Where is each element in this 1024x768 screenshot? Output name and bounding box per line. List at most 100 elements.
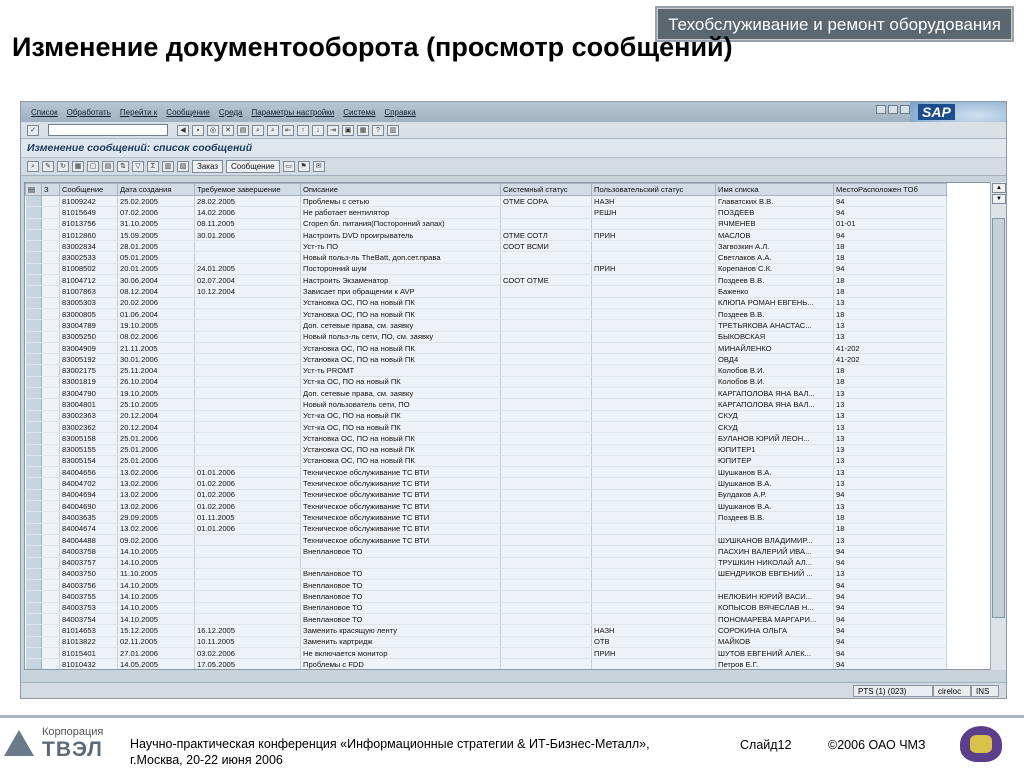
- vertical-scrollbar[interactable]: ▲ ▼: [990, 182, 1006, 670]
- row-selector[interactable]: [25, 579, 42, 592]
- table-row[interactable]: 81015649 07.02.2006 14.02.2006 Не работает …: [25, 206, 947, 219]
- table-row[interactable]: 83002834 28.01.2005 Уст-ть ПО СООТ ВСМИ Загв…: [25, 240, 947, 253]
- find-next-icon[interactable]: ⌕: [267, 124, 279, 136]
- print-list-icon[interactable]: ▤: [102, 161, 114, 172]
- filter-icon[interactable]: ▽: [132, 161, 144, 172]
- last-page-icon[interactable]: ⇥: [327, 124, 339, 136]
- table-row[interactable]: 83004909 21.11.2005 Установка ОС, ПО на но…: [25, 342, 947, 355]
- table-row[interactable]: 84004674 13.02.2006 01.01.2006 Техническое …: [25, 523, 947, 535]
- shortcut-icon[interactable]: ▦: [357, 124, 369, 136]
- back-icon[interactable]: ◀: [177, 124, 189, 136]
- table-row[interactable]: 81015401 27.01.2006 03.02.2006 Не включаетс…: [25, 647, 947, 660]
- table-row[interactable]: 84003754 14.10.2005 Внеплановое ТО ПОНОМАРЕ…: [25, 613, 947, 626]
- row-selector[interactable]: [25, 477, 42, 490]
- export-icon[interactable]: ▥: [162, 161, 174, 172]
- minimize-button[interactable]: [876, 105, 886, 114]
- col-header-required-end[interactable]: Требуемое завершение: [194, 183, 301, 196]
- table-row[interactable]: 83005192 30.01.2006 Установка ОС, ПО на но…: [25, 353, 947, 366]
- change-icon[interactable]: ✎: [42, 161, 54, 172]
- table-row[interactable]: 84003750 11.10.2005 Внеплановое ТО ШЕНДРИКО…: [25, 568, 947, 581]
- select-all-cell[interactable]: ▤: [25, 183, 42, 196]
- menu-system[interactable]: Система: [343, 108, 375, 117]
- row-selector[interactable]: [25, 274, 42, 287]
- row-selector[interactable]: [25, 624, 42, 637]
- table-row[interactable]: 83005154 25.01.2006 Установка ОС, ПО на но…: [25, 455, 947, 468]
- table-row[interactable]: 83002363 20.12.2004 Уст-ка ОС, ПО на новый…: [25, 410, 947, 422]
- table-row[interactable]: 83002362 20.12.2004 Уст-ка ОС, ПО на новый…: [25, 421, 947, 434]
- row-selector[interactable]: [25, 319, 42, 332]
- command-field[interactable]: [48, 124, 168, 136]
- table-row[interactable]: 84003753 14.10.2005 Внеплановое ТО КОПЫСОВ …: [25, 602, 947, 614]
- row-selector[interactable]: [25, 331, 42, 343]
- menu-help[interactable]: Справка: [384, 108, 415, 117]
- table-row[interactable]: 83004801 25.10.2005 Новый пользователь сет…: [25, 398, 947, 411]
- table-row[interactable]: 81013756 31.10.2005 08.11.2005 Сгорел бл. п…: [25, 218, 947, 230]
- row-selector[interactable]: [25, 647, 42, 660]
- document-icon[interactable]: ▭: [282, 161, 295, 172]
- row-selector[interactable]: [25, 263, 42, 276]
- row-selector[interactable]: [25, 602, 42, 614]
- table-row[interactable]: 84003756 14.10.2005 Внеплановое ТО 94: [25, 579, 947, 592]
- menu-environment[interactable]: Среда: [219, 108, 243, 117]
- find-icon[interactable]: ⌕: [252, 124, 264, 136]
- table-row[interactable]: 84003755 14.10.2005 Внеплановое ТО НЕЛЮБИН …: [25, 590, 947, 603]
- deselect-icon[interactable]: ▢: [87, 161, 99, 172]
- table-row[interactable]: 83005250 08.02.2006 Новый польз-ль сети, П…: [25, 331, 947, 343]
- message-button[interactable]: Сообщение: [225, 160, 280, 173]
- row-selector[interactable]: [25, 534, 42, 547]
- help-icon[interactable]: ?: [372, 124, 384, 136]
- cancel-icon[interactable]: ✕: [222, 124, 234, 136]
- row-selector[interactable]: [25, 489, 42, 502]
- row-selector[interactable]: [25, 195, 42, 208]
- table-row[interactable]: 84004702 13.02.2006 01.02.2006 Техническое …: [25, 477, 947, 490]
- save-icon[interactable]: ▪: [192, 124, 204, 136]
- row-selector[interactable]: [25, 557, 42, 569]
- table-row[interactable]: 81010432 14.05.2005 17.05.2005 Проблемы с F…: [25, 658, 947, 669]
- table-row[interactable]: 81013822 02.11.2005 10.11.2005 Заменить кар…: [25, 636, 947, 648]
- layout-select-icon[interactable]: ▧: [177, 161, 189, 172]
- row-selector[interactable]: [25, 511, 42, 524]
- exit-icon[interactable]: ◎: [207, 124, 219, 136]
- row-selector[interactable]: [25, 636, 42, 648]
- table-row[interactable]: 84004690 13.02.2006 01.02.2006 Техническое …: [25, 500, 947, 513]
- scroll-up-icon[interactable]: ▲: [992, 183, 1006, 193]
- row-selector[interactable]: [25, 590, 42, 603]
- flag-icon[interactable]: ⚑: [297, 161, 310, 172]
- row-selector[interactable]: [25, 398, 42, 411]
- row-selector[interactable]: [25, 387, 42, 400]
- row-selector[interactable]: [25, 342, 42, 355]
- col-header-created[interactable]: Дата создания: [117, 183, 195, 196]
- order-button[interactable]: Заказ: [192, 160, 223, 173]
- table-row[interactable]: 83005303 20.02.2006 Установка ОС, ПО на но…: [25, 297, 947, 309]
- print-icon[interactable]: ▤: [237, 124, 249, 136]
- total-icon[interactable]: Σ: [147, 161, 159, 172]
- table-row[interactable]: 84004488 09.02.2006 Техническое обслуживан…: [25, 534, 947, 547]
- row-selector[interactable]: [25, 500, 42, 513]
- select-all-icon[interactable]: ▦: [72, 161, 84, 172]
- row-selector[interactable]: [25, 568, 42, 581]
- table-row[interactable]: 83000805 01.06.2004 Установка ОС, ПО на но…: [25, 308, 947, 321]
- table-row[interactable]: 83005155 25.01.2006 Установка ОС, ПО на но…: [25, 444, 947, 456]
- refresh-icon[interactable]: ↻: [57, 161, 69, 172]
- table-row[interactable]: 84003757 14.10.2005 ТРУШКИН НИКОЛАЙ АЛ... 9…: [25, 557, 947, 569]
- enter-icon[interactable]: ✓: [27, 124, 39, 136]
- table-row[interactable]: 83004789 19.10.2005 Доп. сетевые права, см…: [25, 319, 947, 332]
- menu-settings[interactable]: Параметры настройки: [251, 108, 334, 117]
- row-selector[interactable]: [25, 455, 42, 468]
- close-window-button[interactable]: [900, 105, 910, 114]
- table-row[interactable]: 84003758 14.10.2005 Внеплановое ТО ПАСХИН В…: [25, 545, 947, 558]
- table-row[interactable]: 84004694 13.02.2006 01.02.2006 Техническое …: [25, 489, 947, 502]
- table-row[interactable]: 83002175 25.11.2004 Уст-ть PROMT Колобов В.…: [25, 364, 947, 377]
- col-header-list-name[interactable]: Имя списка: [715, 183, 834, 196]
- row-selector[interactable]: [25, 658, 42, 669]
- table-row[interactable]: 84003635 29.09.2005 01.11.2005 Техническое …: [25, 511, 947, 524]
- row-selector[interactable]: [25, 466, 42, 479]
- first-page-icon[interactable]: ⇤: [282, 124, 294, 136]
- next-page-icon[interactable]: ↓: [312, 124, 324, 136]
- maximize-button[interactable]: [888, 105, 898, 114]
- row-selector[interactable]: [25, 364, 42, 377]
- menu-goto[interactable]: Перейти к: [120, 108, 157, 117]
- col-header-status-flag[interactable]: З: [41, 183, 60, 196]
- row-selector[interactable]: [25, 545, 42, 558]
- row-selector[interactable]: [25, 218, 42, 230]
